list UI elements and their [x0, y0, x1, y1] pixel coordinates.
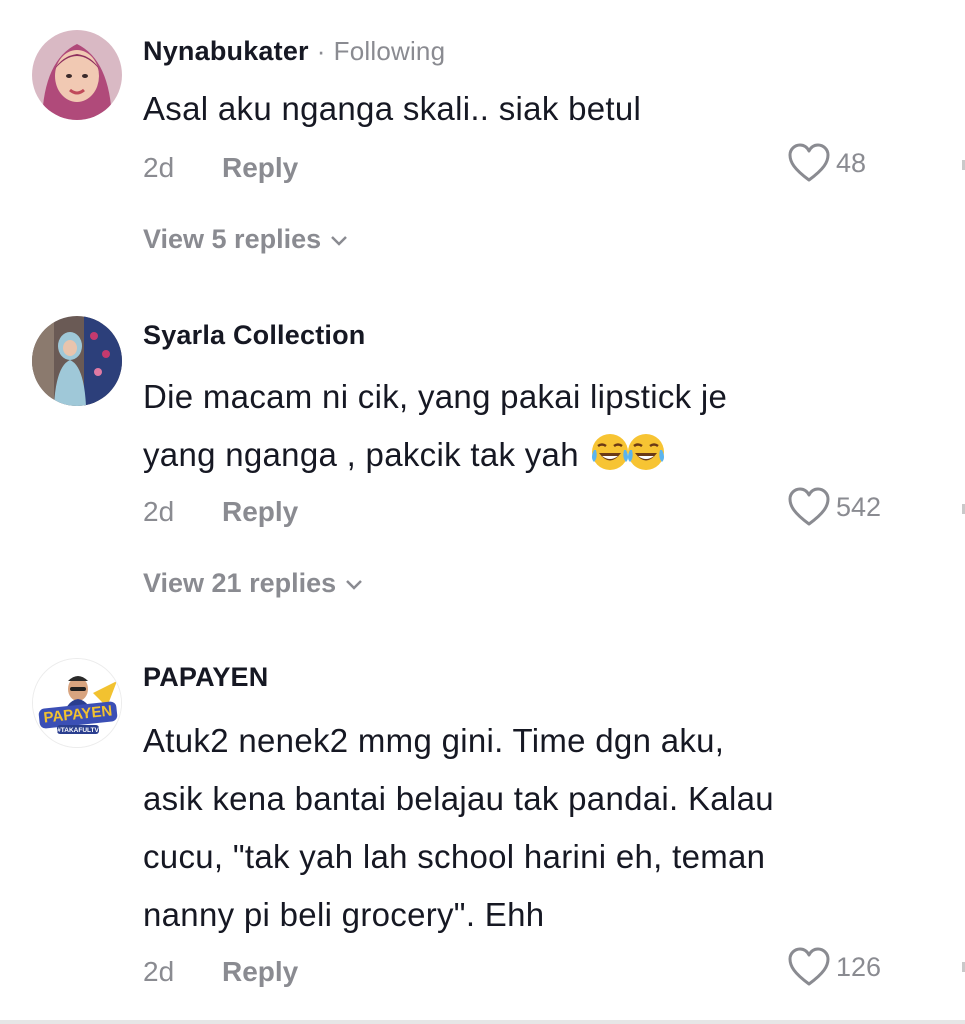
username[interactable]: PAPAYEN: [143, 662, 268, 693]
avatar[interactable]: PAPAYEN #TAKAFULTV: [32, 658, 122, 748]
chevron-down-icon: [346, 579, 363, 590]
username-text[interactable]: Nynabukater: [143, 36, 309, 66]
view-replies-button[interactable]: View 5 replies: [143, 224, 349, 255]
comment-text-line: yang nganga , pakcik tak yah: [143, 436, 579, 473]
reply-button[interactable]: Reply: [222, 496, 298, 528]
avatar[interactable]: [32, 316, 122, 406]
comment-text-line: cucu, "tak yah lah school harini eh, tem…: [143, 838, 766, 875]
avatar-badge-subtext: #TAKAFULTV: [57, 727, 99, 734]
comment-time: 2d: [143, 956, 175, 987]
comment-text: Asal aku nganga skali.. siak betul: [143, 80, 903, 138]
comment-text-line-wrap: yang nganga , pakcik tak yah: [143, 426, 903, 484]
face-with-tears-of-joy-icon: [592, 434, 629, 470]
bottom-divider: [0, 1020, 965, 1024]
like-count: 48: [836, 147, 867, 178]
view-replies-button[interactable]: View 21 replies: [143, 568, 364, 599]
like-button[interactable]: 126: [786, 946, 881, 988]
comment-text-line: Atuk2 nenek2 mmg gini. Time dgn aku,: [143, 722, 725, 759]
comment-text-line: nanny pi beli grocery". Ehh: [143, 896, 545, 933]
view-replies-label[interactable]: View 5 replies: [143, 224, 321, 255]
reply-button[interactable]: Reply: [222, 956, 298, 988]
face-with-tears-of-joy-icon: [628, 434, 665, 470]
comment-text-line: Asal aku nganga skali.. siak betul: [143, 90, 642, 127]
avatar[interactable]: [32, 30, 122, 120]
heart-icon[interactable]: [786, 142, 832, 184]
view-replies-label[interactable]: View 21 replies: [143, 568, 336, 599]
like-count: 542: [836, 491, 882, 522]
heart-icon[interactable]: [786, 946, 832, 988]
like-button[interactable]: 542: [786, 486, 881, 528]
heart-icon[interactable]: [786, 486, 832, 528]
like-button[interactable]: 48: [786, 142, 866, 184]
chevron-down-icon: [331, 235, 348, 246]
like-count: 126: [836, 951, 882, 982]
comment-time: 2d: [143, 152, 175, 183]
comment-time: 2d: [143, 496, 175, 527]
following-label: · Following: [316, 36, 446, 66]
comment-text-line: asik kena bantai belajau tak pandai. Kal…: [143, 780, 774, 817]
reply-button[interactable]: Reply: [222, 152, 298, 184]
username[interactable]: Nynabukater · Following: [143, 36, 445, 67]
comment-text: Die macam ni cik, yang pakai lipstick je…: [143, 368, 903, 484]
username[interactable]: Syarla Collection: [143, 320, 365, 351]
comment-text: Atuk2 nenek2 mmg gini. Time dgn aku, asi…: [143, 712, 903, 944]
comment-text-line: Die macam ni cik, yang pakai lipstick je: [143, 378, 728, 415]
